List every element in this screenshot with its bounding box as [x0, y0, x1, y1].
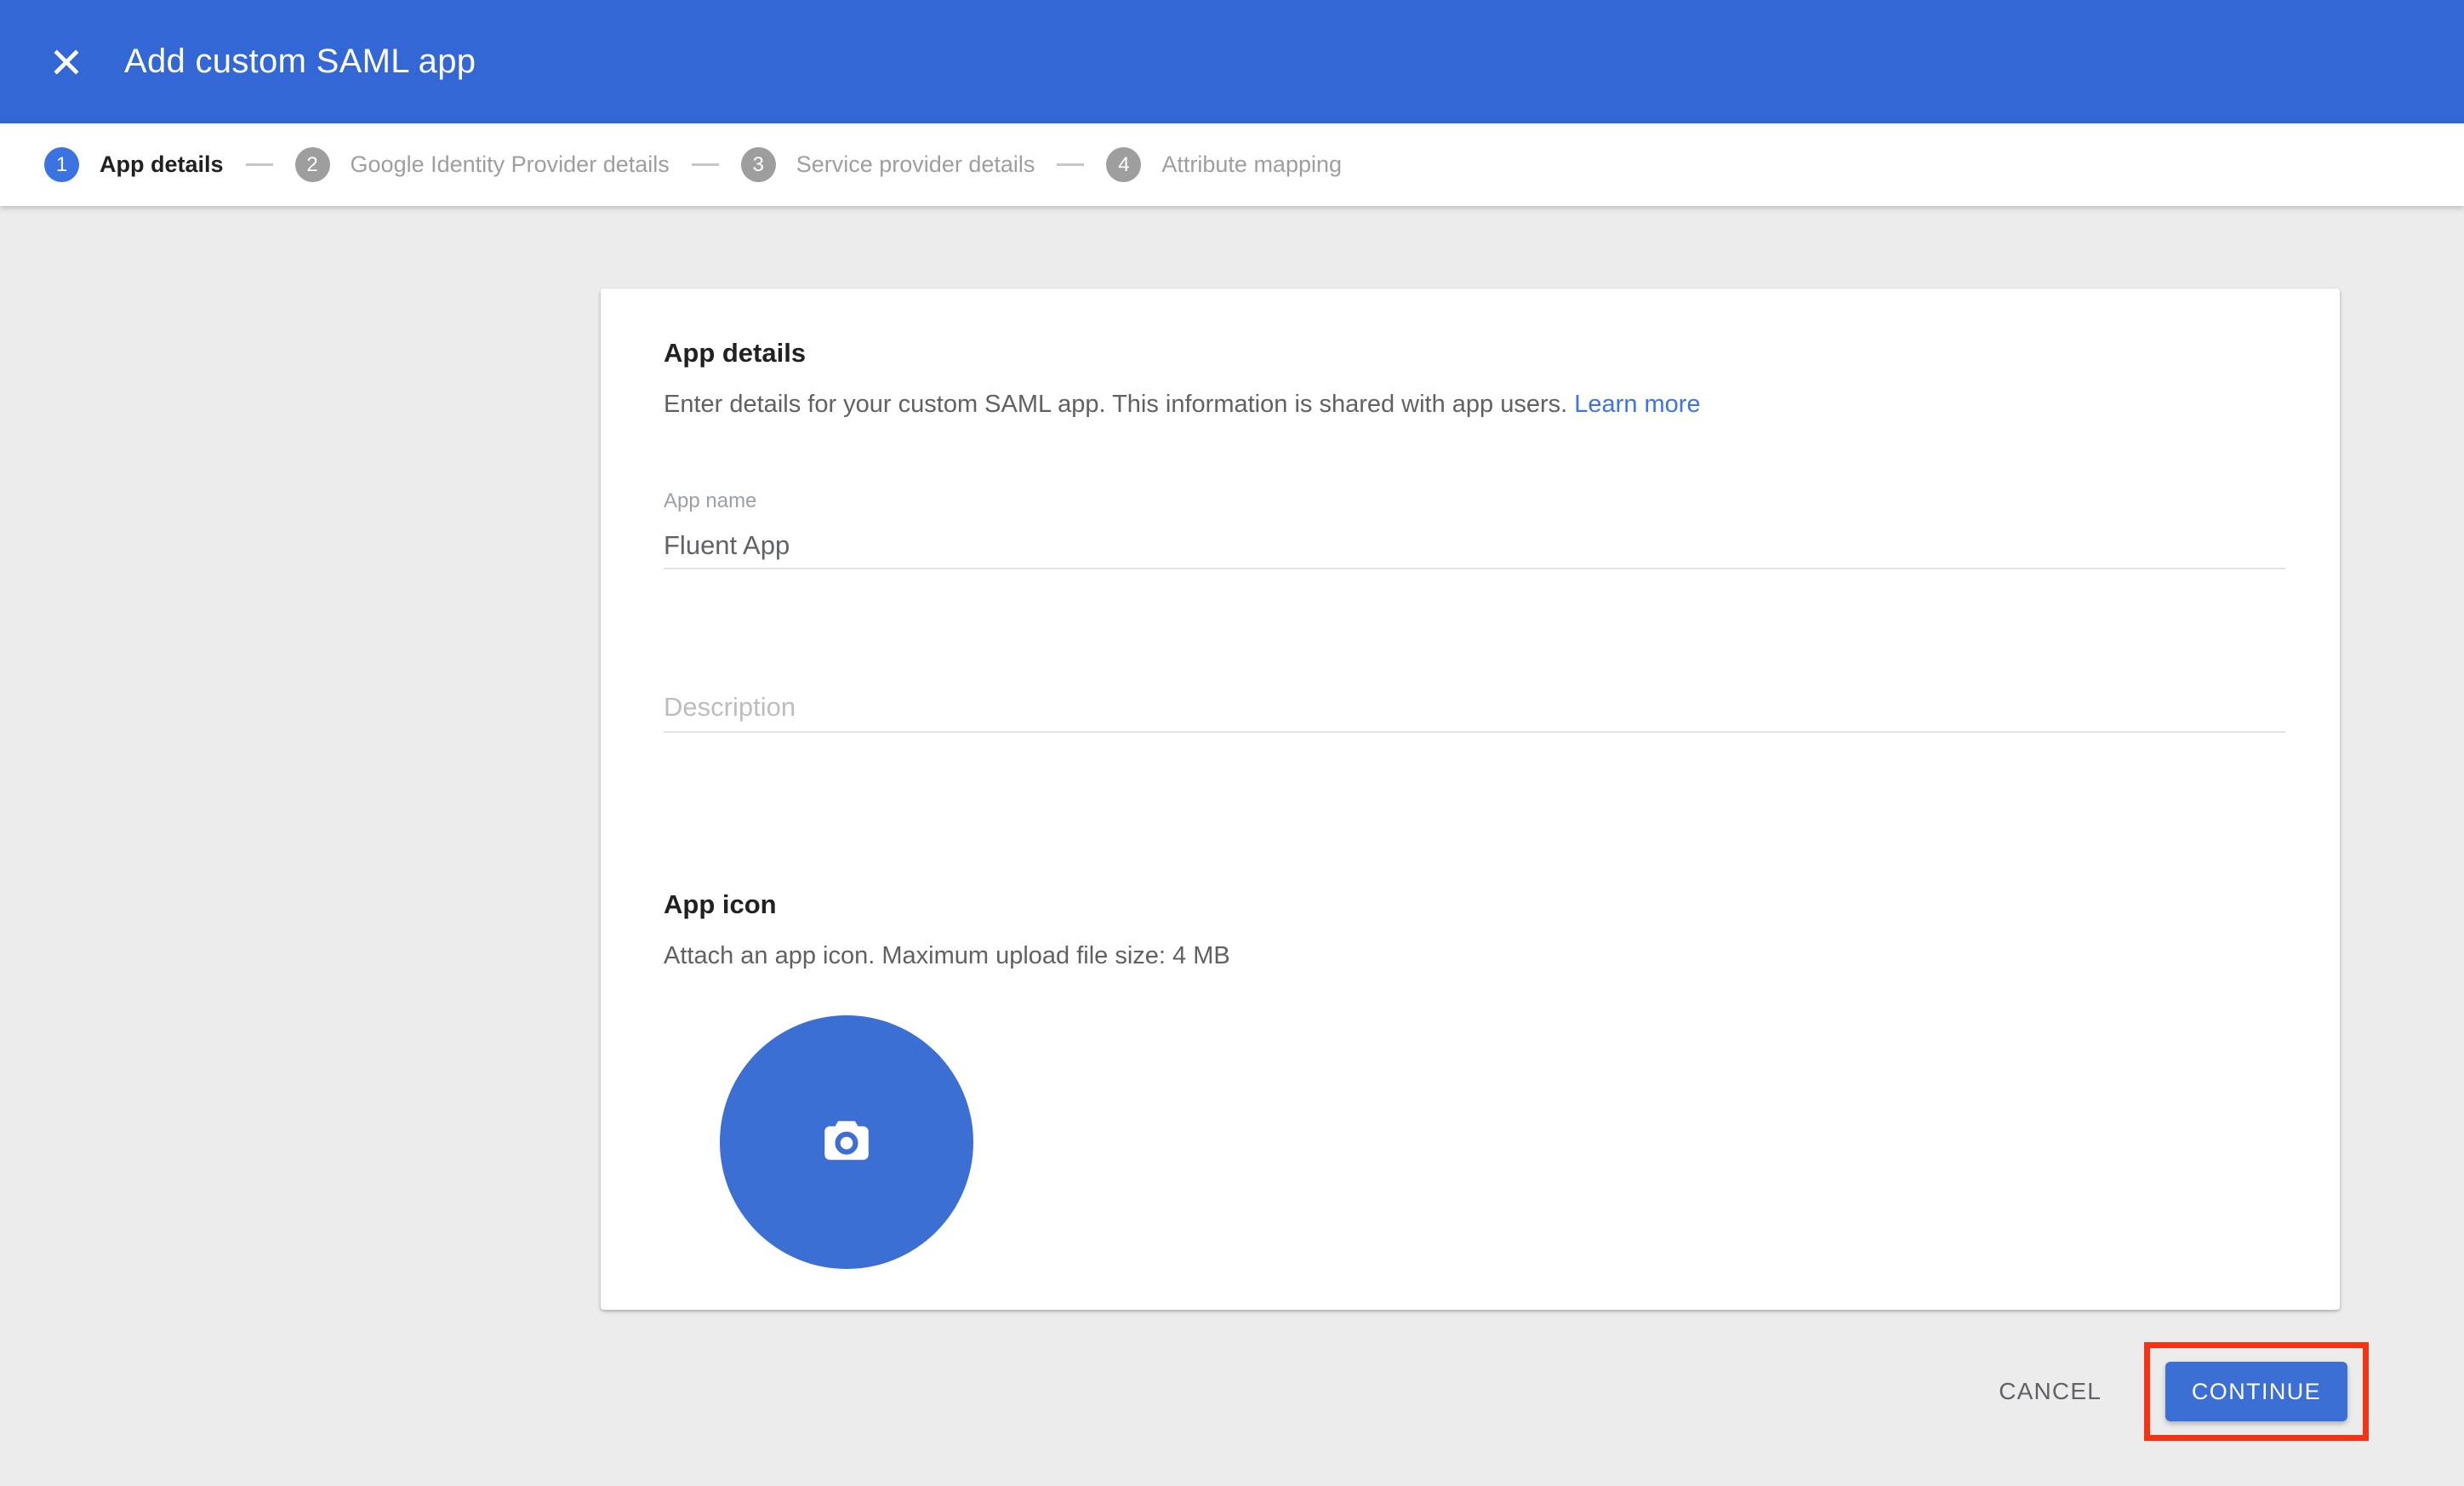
app-icon-title: App icon — [664, 889, 777, 920]
step-label: Service provider details — [796, 151, 1035, 178]
app-icon-upload-button[interactable] — [720, 1015, 973, 1269]
close-icon[interactable] — [43, 38, 90, 86]
step-number-badge: 2 — [295, 147, 330, 182]
annotation-highlight-box: CONTINUE — [2144, 1342, 2369, 1441]
step-attribute-mapping[interactable]: 4 Attribute mapping — [1106, 147, 1342, 182]
description-input[interactable]: Description — [664, 692, 2285, 723]
app-name-input[interactable]: Fluent App — [664, 530, 2285, 561]
step-google-idp-details[interactable]: 2 Google Identity Provider details — [295, 147, 670, 182]
app-name-underline — [664, 568, 2285, 569]
section-title: App details — [664, 338, 806, 369]
cancel-button[interactable]: CANCEL — [1999, 1378, 2102, 1405]
dialog-footer: CANCEL CONTINUE — [1999, 1342, 2369, 1441]
stepper: 1 App details 2 Google Identity Provider… — [0, 123, 2464, 206]
camera-icon — [824, 1120, 870, 1165]
app-details-card: App details Enter details for your custo… — [601, 289, 2340, 1310]
dialog-title: Add custom SAML app — [124, 43, 476, 81]
step-number-badge: 1 — [44, 147, 79, 182]
dialog-header: Add custom SAML app — [0, 0, 2464, 123]
app-icon-hint: Attach an app icon. Maximum upload file … — [664, 942, 1230, 970]
section-description: Enter details for your custom SAML app. … — [664, 391, 1701, 419]
step-separator — [692, 163, 719, 166]
step-separator — [1057, 163, 1084, 166]
step-separator — [246, 163, 273, 166]
app-name-label: App name — [664, 489, 756, 513]
learn-more-link[interactable]: Learn more — [1574, 391, 1700, 418]
step-service-provider-details[interactable]: 3 Service provider details — [741, 147, 1035, 182]
step-number-badge: 3 — [741, 147, 776, 182]
step-label: App details — [100, 151, 224, 178]
description-underline — [664, 731, 2285, 733]
step-label: Attribute mapping — [1161, 151, 1342, 178]
continue-button[interactable]: CONTINUE — [2165, 1362, 2347, 1421]
section-description-text: Enter details for your custom SAML app. … — [664, 391, 1567, 418]
step-app-details[interactable]: 1 App details — [44, 147, 224, 182]
step-number-badge: 4 — [1106, 147, 1141, 182]
step-label: Google Identity Provider details — [351, 151, 670, 178]
